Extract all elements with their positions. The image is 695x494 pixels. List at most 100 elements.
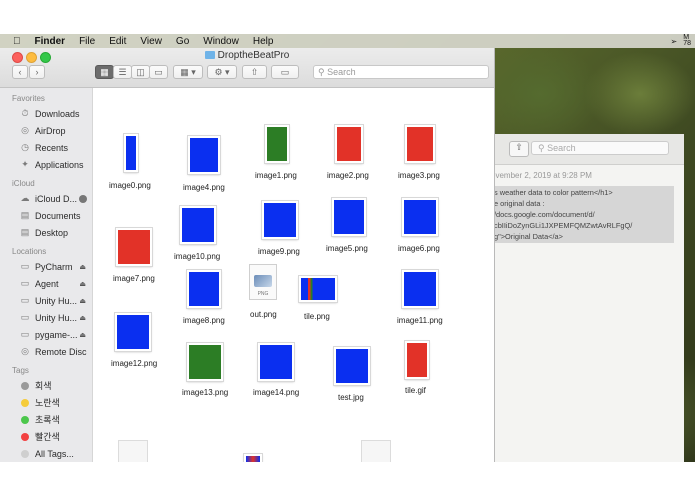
- sidebar-item-remote-disc[interactable]: ◎ Remote Disc: [0, 343, 92, 360]
- forward-button[interactable]: ›: [29, 65, 45, 79]
- file-thumbnail[interactable]: [116, 228, 152, 266]
- file-thumbnail[interactable]: [124, 134, 138, 172]
- desktop-icon: ▤: [20, 227, 30, 237]
- file-name[interactable]: image11.png: [397, 316, 443, 325]
- file-thumbnail[interactable]: [262, 201, 298, 239]
- file-thumbnail[interactable]: [265, 125, 289, 163]
- disk-icon: ▭: [20, 312, 30, 322]
- file-thumbnail[interactable]: [258, 343, 294, 381]
- file-thumbnail[interactable]: [187, 343, 223, 381]
- sidebar-item-applications[interactable]: ✦ Applications: [0, 156, 92, 173]
- menu-view[interactable]: View: [140, 36, 162, 47]
- file-thumbnail[interactable]: [332, 198, 366, 236]
- menu-window[interactable]: Window: [203, 36, 239, 47]
- sidebar-item-agent[interactable]: ▭ Agent ⏏: [0, 275, 92, 292]
- background-search-field[interactable]: ⚲ Search: [531, 141, 669, 155]
- share-button[interactable]: ⇧: [242, 65, 267, 79]
- file-name[interactable]: image13.png: [182, 388, 228, 397]
- sidebar-item-documents[interactable]: ▤ Documents: [0, 207, 92, 224]
- sidebar-tag-gray[interactable]: 회색: [0, 377, 92, 394]
- file-name[interactable]: tile.gif: [405, 386, 426, 395]
- eject-icon[interactable]: ⏏: [79, 314, 86, 322]
- file-name[interactable]: image4.png: [183, 183, 225, 192]
- note-date: ovember 2, 2019 at 9:28 PM: [491, 171, 592, 180]
- icon-view-button[interactable]: ▦: [95, 65, 114, 79]
- sidebar-item-downloads[interactable]: ⏱ Downloads: [0, 105, 92, 122]
- file-name[interactable]: image9.png: [258, 247, 300, 256]
- column-view-button[interactable]: ◫: [131, 65, 150, 79]
- file-name[interactable]: out.png: [250, 310, 277, 319]
- menu-extra-status[interactable]: M 78: [683, 34, 691, 47]
- eject-icon[interactable]: ⏏: [79, 331, 86, 339]
- gallery-view-button[interactable]: ▭: [149, 65, 168, 79]
- file-name[interactable]: image0.png: [109, 181, 151, 190]
- sidebar-item-recents[interactable]: ◷ Recents: [0, 139, 92, 156]
- selected-text[interactable]: s weather data to color pattern</h1> e o…: [491, 186, 674, 243]
- partial-file-icon[interactable]: [118, 440, 148, 462]
- menu-app-finder[interactable]: Finder: [35, 36, 66, 47]
- file-name[interactable]: image1.png: [255, 171, 297, 180]
- airdrop-icon: ◎: [21, 125, 29, 135]
- file-name[interactable]: image3.png: [398, 171, 440, 180]
- share-icon[interactable]: ⇧: [509, 141, 529, 157]
- sidebar-item-desktop[interactable]: ▤ Desktop: [0, 224, 92, 241]
- tags-button[interactable]: ▭: [271, 65, 299, 79]
- file-name[interactable]: image8.png: [183, 316, 225, 325]
- sidebar-item-airdrop[interactable]: ◎ AirDrop: [0, 122, 92, 139]
- png-document-icon[interactable]: PNG: [249, 264, 277, 300]
- sidebar-item-unity-hub-1[interactable]: ▭ Unity Hu... ⏏: [0, 292, 92, 309]
- tag-dot-icon: [21, 381, 29, 390]
- file-thumbnail[interactable]: [115, 313, 151, 351]
- sidebar-all-tags[interactable]: All Tags...: [0, 445, 92, 462]
- action-gear-button[interactable]: ⚙ ▾: [207, 65, 237, 79]
- sidebar-item-icloud-drive[interactable]: ☁ iCloud D...: [0, 190, 92, 207]
- menu-help[interactable]: Help: [253, 36, 274, 47]
- file-name[interactable]: image14.png: [253, 388, 299, 397]
- partial-file-thumbnail[interactable]: [244, 454, 262, 462]
- document-icon: ▤: [20, 210, 30, 220]
- sidebar-item-unity-hub-2[interactable]: ▭ Unity Hu... ⏏: [0, 309, 92, 326]
- back-button[interactable]: ‹: [12, 65, 28, 79]
- file-name[interactable]: image12.png: [111, 359, 157, 368]
- eject-icon[interactable]: ⏏: [79, 280, 86, 288]
- disc-icon: ◎: [21, 346, 29, 356]
- downloads-icon: ⏱: [21, 108, 29, 118]
- sidebar-tag-green[interactable]: 초록색: [0, 411, 92, 428]
- sidebar-tag-yellow[interactable]: 노란색: [0, 394, 92, 411]
- file-name[interactable]: image6.png: [398, 244, 440, 253]
- file-thumbnail[interactable]: [334, 347, 370, 385]
- menu-go[interactable]: Go: [176, 36, 189, 47]
- apple-menu-icon[interactable]: : [13, 36, 21, 47]
- menu-file[interactable]: File: [79, 36, 95, 47]
- file-thumbnail[interactable]: [402, 270, 438, 308]
- file-thumbnail[interactable]: [299, 276, 337, 302]
- sidebar-item-pygame[interactable]: ▭ pygame-... ⏏: [0, 326, 92, 343]
- file-thumbnail[interactable]: [405, 341, 429, 379]
- file-name[interactable]: image2.png: [327, 171, 369, 180]
- sidebar-tag-red[interactable]: 빨간색: [0, 428, 92, 445]
- partial-file-icon[interactable]: [361, 440, 391, 462]
- finder-window: DroptheBeatPro ‹ › ▦ ☰ ◫ ▭ ▦ ▾ ⚙ ▾ ⇧ ▭ ⚲…: [0, 48, 495, 462]
- file-thumbnail[interactable]: [187, 270, 221, 308]
- file-thumbnail[interactable]: [335, 125, 363, 163]
- file-thumbnail[interactable]: [402, 198, 438, 236]
- search-field[interactable]: ⚲ Search: [313, 65, 489, 79]
- file-name[interactable]: test.jpg: [338, 393, 364, 402]
- file-thumbnail[interactable]: [188, 136, 220, 174]
- background-editor-window[interactable]: ⇧ ⚲ Search ovember 2, 2019 at 9:28 PM s …: [478, 134, 684, 462]
- file-name[interactable]: image5.png: [326, 244, 368, 253]
- file-thumbnail[interactable]: [405, 125, 435, 163]
- eject-icon[interactable]: ⏏: [79, 297, 86, 305]
- file-name[interactable]: image7.png: [113, 274, 155, 283]
- group-by-button[interactable]: ▦ ▾: [173, 65, 203, 79]
- disk-icon: ▭: [20, 295, 30, 305]
- eject-icon[interactable]: ⏏: [79, 263, 86, 271]
- pin-icon[interactable]: ➢: [671, 37, 678, 46]
- sidebar-item-pycharm[interactable]: ▭ PyCharm ⏏: [0, 258, 92, 275]
- list-view-button[interactable]: ☰: [113, 65, 132, 79]
- window-title: DroptheBeatPro: [0, 50, 494, 61]
- file-name[interactable]: image10.png: [174, 252, 220, 261]
- file-name[interactable]: tile.png: [304, 312, 330, 321]
- file-thumbnail[interactable]: [180, 206, 216, 244]
- menu-edit[interactable]: Edit: [109, 36, 126, 47]
